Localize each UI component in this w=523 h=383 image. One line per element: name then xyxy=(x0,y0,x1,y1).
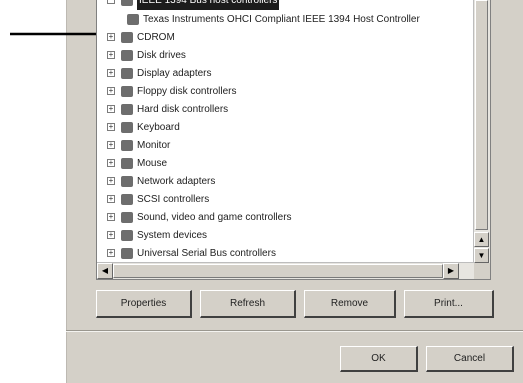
scsi-controller-icon xyxy=(121,194,133,205)
tree-item-label: Display adapters xyxy=(137,68,212,79)
floppy-controller-icon xyxy=(121,86,133,97)
expand-toggle[interactable]: + xyxy=(107,159,115,167)
tree-item-label: Network adapters xyxy=(137,176,216,187)
collapse-toggle[interactable]: − xyxy=(107,0,115,4)
expand-toggle[interactable]: + xyxy=(107,87,115,95)
remove-button[interactable]: Remove xyxy=(304,290,396,318)
horizontal-scrollbar[interactable]: ◀ ▶ xyxy=(97,262,474,279)
scroll-down-button[interactable]: ▼ xyxy=(474,248,489,263)
scroll-left-button[interactable]: ◀ xyxy=(97,263,113,279)
hard-disk-controller-icon xyxy=(121,104,133,115)
tree-item-label: CDROM xyxy=(137,32,175,43)
expand-toggle[interactable]: + xyxy=(107,33,115,41)
tree-item-label: Hard disk controllers xyxy=(137,104,229,115)
expand-toggle[interactable]: + xyxy=(107,123,115,131)
system-devices-icon xyxy=(121,230,133,241)
cancel-button[interactable]: Cancel xyxy=(426,346,514,372)
tree-item-label: Floppy disk controllers xyxy=(137,86,237,97)
refresh-button[interactable]: Refresh xyxy=(200,290,296,318)
tree-item-label: Disk drives xyxy=(137,50,186,61)
dialog-separator xyxy=(66,330,523,332)
expand-toggle[interactable]: + xyxy=(107,51,115,59)
ok-button[interactable]: OK xyxy=(340,346,418,372)
tree-item-label: Universal Serial Bus controllers xyxy=(137,248,276,259)
usb-icon xyxy=(121,248,133,259)
expand-toggle[interactable]: + xyxy=(107,105,115,113)
tree-item-label: IEEE 1394 Bus host controllers xyxy=(137,0,280,10)
expand-toggle[interactable]: + xyxy=(107,177,115,185)
tree-item-label: Mouse xyxy=(137,158,168,169)
expand-toggle[interactable]: + xyxy=(107,195,115,203)
network-adapter-icon xyxy=(121,176,133,187)
expand-toggle[interactable]: + xyxy=(107,69,115,77)
vertical-scrollbar[interactable]: ▲ ▼ xyxy=(473,0,490,264)
scrollbar-corner xyxy=(474,263,490,279)
scroll-right-button[interactable]: ▶ xyxy=(443,263,459,279)
device-tree[interactable]: − IEEE 1394 Bus host controllers Texas I… xyxy=(96,0,491,280)
horizontal-scroll-thumb[interactable] xyxy=(113,264,443,278)
ieee1394-icon xyxy=(121,0,133,6)
expand-toggle[interactable]: + xyxy=(107,213,115,221)
properties-button[interactable]: Properties xyxy=(96,290,192,318)
tree-item-label: Keyboard xyxy=(137,122,180,133)
expand-toggle[interactable]: + xyxy=(107,231,115,239)
sound-icon xyxy=(121,212,133,223)
host-controller-icon xyxy=(127,14,139,25)
mouse-icon xyxy=(121,158,133,169)
tree-item-label: Texas Instruments OHCI Compliant IEEE 13… xyxy=(143,14,420,25)
tree-item-label: Monitor xyxy=(137,140,171,151)
display-adapter-icon xyxy=(121,68,133,79)
keyboard-icon xyxy=(121,122,133,133)
expand-toggle[interactable]: + xyxy=(107,141,115,149)
monitor-icon xyxy=(121,140,133,151)
expand-toggle[interactable]: + xyxy=(107,249,115,257)
tree-item-label: Sound, video and game controllers xyxy=(137,212,292,223)
vertical-scroll-thumb[interactable] xyxy=(475,0,488,230)
cdrom-icon xyxy=(121,32,133,43)
disk-drive-icon xyxy=(121,50,133,61)
tree-item-label: SCSI controllers xyxy=(137,194,210,205)
tree-item-label: System devices xyxy=(137,230,208,241)
print-button[interactable]: Print... xyxy=(404,290,494,318)
scroll-up-button[interactable]: ▲ xyxy=(474,232,489,247)
